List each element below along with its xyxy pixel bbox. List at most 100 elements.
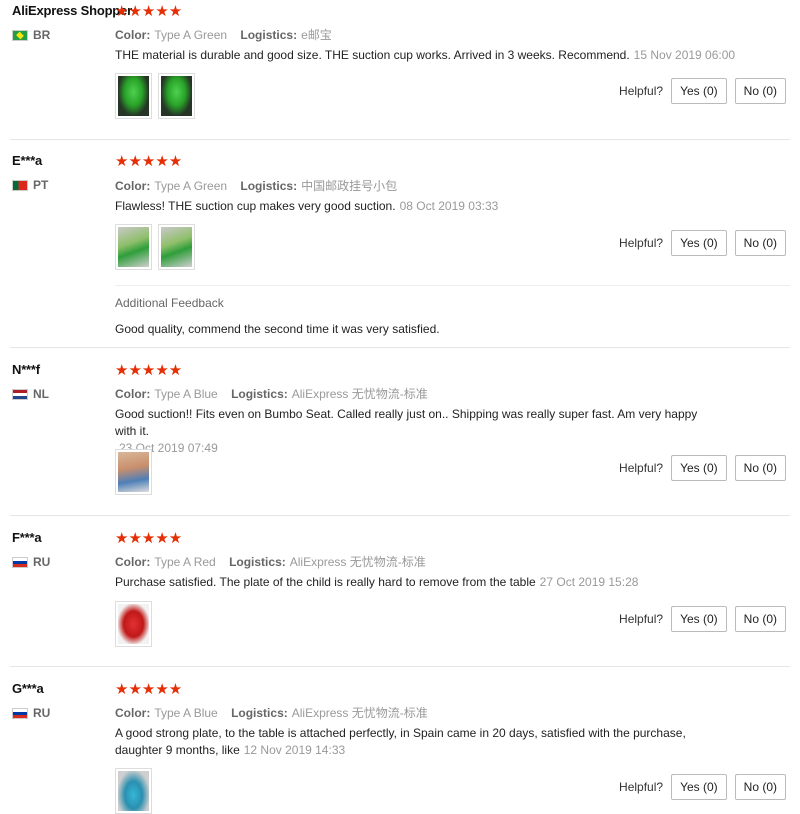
helpful-vote: Helpful? Yes (0) No (0): [619, 606, 786, 632]
russia-flag-icon: [12, 707, 28, 719]
reviewer-country: RU: [12, 555, 50, 569]
helpful-no-button[interactable]: No (0): [734, 606, 786, 632]
helpful-yes-button[interactable]: Yes (0): [671, 455, 727, 481]
country-code: RU: [33, 555, 51, 569]
additional-feedback-text: Good quality, commend the second time it…: [115, 322, 440, 336]
helpful-vote: Helpful? Yes (0) No (0): [619, 230, 786, 256]
review-text: Purchase satisfied. The plate of the chi…: [115, 575, 536, 589]
helpful-vote: Helpful? Yes (0) No (0): [619, 78, 786, 104]
review-text: Flawless! THE suction cup makes very goo…: [115, 199, 396, 213]
blue-plate-photo: [118, 771, 149, 811]
review-image-thumbnail[interactable]: [115, 449, 152, 495]
review-date: 12 Nov 2019 14:33: [243, 743, 346, 757]
color-label: Color:: [115, 706, 151, 720]
review-text-block: A good strong plate, to the table is att…: [115, 725, 715, 759]
review-divider: [10, 515, 790, 516]
logistics-value: AliExpress 无忧物流-标准: [289, 555, 426, 569]
review-divider: [10, 666, 790, 667]
review-image-thumbnail[interactable]: [158, 73, 195, 119]
logistics-value: e邮宝: [301, 28, 332, 42]
logistics-value: AliExpress 无忧物流-标准: [291, 706, 428, 720]
reviewer-name: F***a: [12, 530, 42, 545]
portugal-flag-icon: [12, 179, 28, 191]
helpful-no-button[interactable]: No (0): [734, 230, 786, 256]
review-images: [115, 224, 195, 270]
review-text: A good strong plate, to the table is att…: [115, 726, 686, 757]
logistics-label: Logistics:: [231, 706, 288, 720]
helpful-yes-button[interactable]: Yes (0): [671, 774, 727, 800]
helpful-vote: Helpful? Yes (0) No (0): [619, 455, 786, 481]
color-value: Type A Green: [154, 28, 228, 42]
review-text-block: THE material is durable and good size. T…: [115, 47, 735, 64]
review-divider: [10, 139, 790, 140]
color-value: Type A Blue: [154, 706, 218, 720]
color-label: Color:: [115, 555, 151, 569]
star-rating: ★★★★★: [115, 362, 183, 379]
review-image-thumbnail[interactable]: [115, 601, 152, 647]
reviewer-country: BR: [12, 28, 50, 42]
review-text-block: Flawless! THE suction cup makes very goo…: [115, 198, 498, 215]
helpful-yes-button[interactable]: Yes (0): [671, 230, 727, 256]
red-plate-photo: [118, 604, 149, 644]
review-image-thumbnail[interactable]: [115, 73, 152, 119]
additional-feedback-divider: [115, 285, 790, 286]
review-images: [115, 768, 152, 814]
color-value: Type A Red: [154, 555, 216, 569]
star-rating: ★★★★★: [115, 153, 183, 170]
helpful-label: Helpful?: [619, 84, 664, 98]
reviewer-name: E***a: [12, 153, 43, 168]
green-plate-photo: [161, 76, 192, 116]
review-date: 15 Nov 2019 06:00: [633, 48, 736, 62]
color-label: Color:: [115, 179, 151, 193]
review-date: 27 Oct 2019 15:28: [539, 575, 639, 589]
color-label: Color:: [115, 28, 151, 42]
review-image-thumbnail[interactable]: [115, 224, 152, 270]
helpful-label: Helpful?: [619, 236, 664, 250]
helpful-no-button[interactable]: No (0): [734, 78, 786, 104]
review-divider: [10, 347, 790, 348]
helpful-vote: Helpful? Yes (0) No (0): [619, 774, 786, 800]
logistics-label: Logistics:: [229, 555, 286, 569]
star-rating: ★★★★★: [115, 530, 183, 547]
reviewer-country: RU: [12, 706, 50, 720]
helpful-no-button[interactable]: No (0): [734, 774, 786, 800]
helpful-label: Helpful?: [619, 612, 664, 626]
brazil-flag-icon: [12, 29, 28, 41]
review-meta: Color: Type A Green Logistics: e邮宝: [115, 26, 332, 43]
plate-on-table-photo: [118, 227, 149, 267]
reviewer-name: G***a: [12, 681, 44, 696]
review-images: [115, 601, 152, 647]
country-code: PT: [33, 178, 49, 192]
helpful-yes-button[interactable]: Yes (0): [671, 606, 727, 632]
russia-flag-icon: [12, 556, 28, 568]
helpful-no-button[interactable]: No (0): [734, 455, 786, 481]
reviewer-country: NL: [12, 387, 49, 401]
review-image-thumbnail[interactable]: [115, 768, 152, 814]
star-rating: ★★★★★: [115, 3, 183, 20]
color-label: Color:: [115, 387, 151, 401]
baby-seat-photo: [118, 452, 149, 492]
logistics-label: Logistics:: [240, 28, 298, 42]
reviewer-name: AliExpress Shopper: [12, 3, 132, 18]
logistics-value: 中国邮政挂号小包: [301, 179, 398, 193]
country-code: RU: [33, 706, 51, 720]
review-text-block: Purchase satisfied. The plate of the chi…: [115, 574, 638, 591]
logistics-label: Logistics:: [231, 387, 288, 401]
plate-on-table-photo: [161, 227, 192, 267]
additional-feedback-title: Additional Feedback: [115, 296, 224, 310]
review-date: 08 Oct 2019 03:33: [399, 199, 499, 213]
review-images: [115, 73, 195, 119]
logistics-value: AliExpress 无忧物流-标准: [291, 387, 428, 401]
logistics-label: Logistics:: [240, 179, 298, 193]
reviewer-country: PT: [12, 178, 48, 192]
review-text-block: Good suction!! Fits even on Bumbo Seat. …: [115, 406, 715, 457]
review-image-thumbnail[interactable]: [158, 224, 195, 270]
helpful-label: Helpful?: [619, 780, 664, 794]
green-plate-photo: [118, 76, 149, 116]
review-text: THE material is durable and good size. T…: [115, 48, 630, 62]
helpful-yes-button[interactable]: Yes (0): [671, 78, 727, 104]
country-code: NL: [33, 387, 49, 401]
country-code: BR: [33, 28, 51, 42]
color-value: Type A Green: [154, 179, 228, 193]
review-meta: Color: Type A Blue Logistics: AliExpress 无…: [115, 704, 428, 721]
